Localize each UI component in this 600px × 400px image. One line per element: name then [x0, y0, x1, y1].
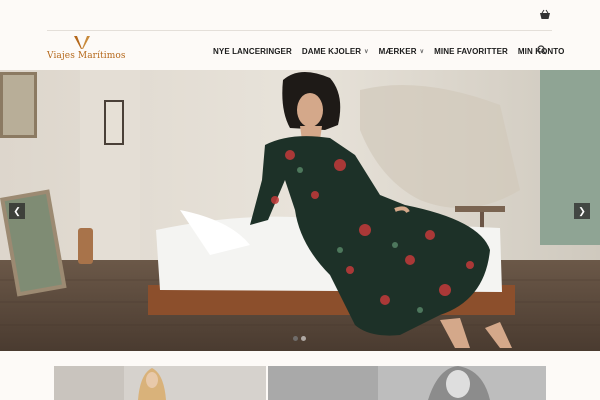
hero-image [0, 70, 600, 351]
logo-mark-icon [74, 36, 90, 49]
promo-tile-right[interactable] [268, 366, 546, 400]
nav-item-nye-lanceringer[interactable]: NYE LANCERINGER [213, 47, 292, 56]
slider-dots [293, 336, 306, 341]
chevron-down-icon: ∨ [364, 48, 369, 55]
shopping-basket-icon[interactable] [539, 9, 551, 21]
slider-dot[interactable] [293, 336, 298, 341]
top-bar [0, 0, 600, 30]
main-nav: NYE LANCERINGER DAME KJOLER ∨ MÆRKER ∨ MINE F… [213, 44, 564, 58]
slider-dot[interactable] [301, 336, 306, 341]
promo-image-right [268, 366, 546, 400]
main-header: Viajes Marítimos NYE LANCERINGER DAME KJO… [0, 31, 600, 70]
slider-next-button[interactable]: ❯ [574, 203, 590, 219]
chevron-right-icon: ❯ [578, 205, 586, 216]
logo-text: Viajes Marítimos [47, 51, 126, 61]
chevron-left-icon: ❮ [13, 205, 21, 216]
search-icon[interactable] [537, 45, 547, 55]
nav-item-mærker[interactable]: MÆRKER ∨ [379, 47, 424, 56]
hero-slider[interactable]: ❮ ❯ [0, 70, 600, 351]
nav-item-label: MINE FAVORITTER [434, 46, 508, 56]
promo-tile-left[interactable] [54, 366, 266, 400]
chevron-down-icon: ∨ [419, 48, 425, 55]
nav-item-dame-kjoler[interactable]: DAME KJOLER ∨ [302, 47, 369, 56]
nav-item-label: DAME KJOLER [301, 46, 362, 56]
nav-item-label: NYE LANCERINGER [213, 46, 292, 56]
logo[interactable]: Viajes Marítimos [47, 36, 126, 66]
promo-image-left [54, 366, 266, 400]
nav-item-mine-favoritter[interactable]: MINE FAVORITTER [434, 47, 508, 56]
nav-item-label: MÆRKER [378, 46, 417, 56]
slider-prev-button[interactable]: ❮ [9, 203, 25, 219]
